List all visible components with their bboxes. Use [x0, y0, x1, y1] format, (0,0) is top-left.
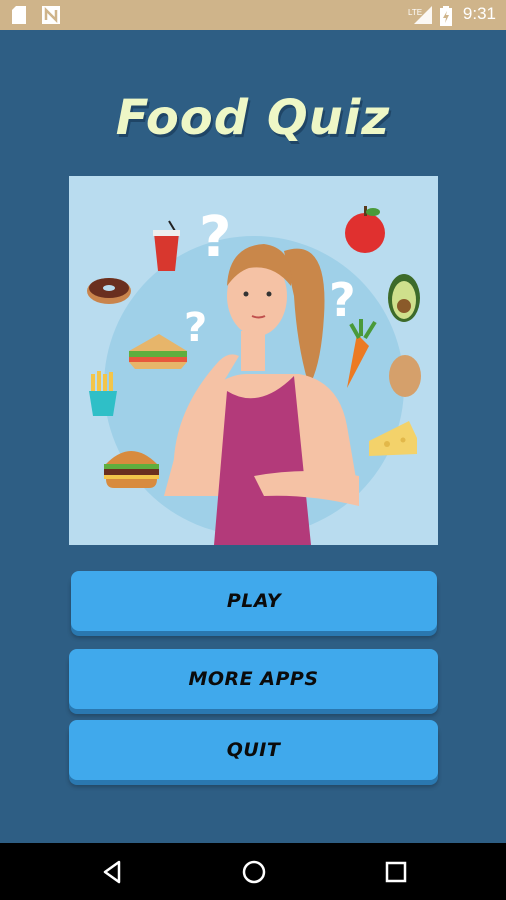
notification-n-icon [42, 6, 60, 24]
question-mark-icon: ? [199, 205, 231, 270]
status-bar: LTE 9:31 [0, 0, 506, 30]
home-icon[interactable] [238, 856, 270, 888]
system-navigation-bar [0, 843, 506, 900]
question-mark-icon: ? [184, 305, 207, 351]
egg-icon [389, 355, 421, 397]
sd-card-icon [12, 6, 26, 24]
lte-signal-icon: LTE [408, 6, 432, 24]
back-icon[interactable] [97, 856, 129, 888]
play-button[interactable]: PLAY [71, 571, 437, 631]
food-quiz-illustration: ? ? ? [69, 176, 438, 545]
status-time: 9:31 [462, 4, 496, 23]
apple-icon [345, 206, 385, 253]
quit-button[interactable]: QUIT [69, 720, 438, 780]
svg-text:LTE: LTE [408, 8, 422, 17]
avocado-icon [388, 274, 420, 322]
question-mark-icon: ? [329, 273, 356, 327]
app-title: Food Quiz [115, 90, 391, 146]
more-apps-button[interactable]: MORE APPS [69, 649, 438, 709]
donut-icon [87, 278, 131, 304]
battery-charging-icon [440, 6, 452, 26]
recents-icon[interactable] [380, 856, 412, 888]
fries-icon [89, 371, 117, 416]
